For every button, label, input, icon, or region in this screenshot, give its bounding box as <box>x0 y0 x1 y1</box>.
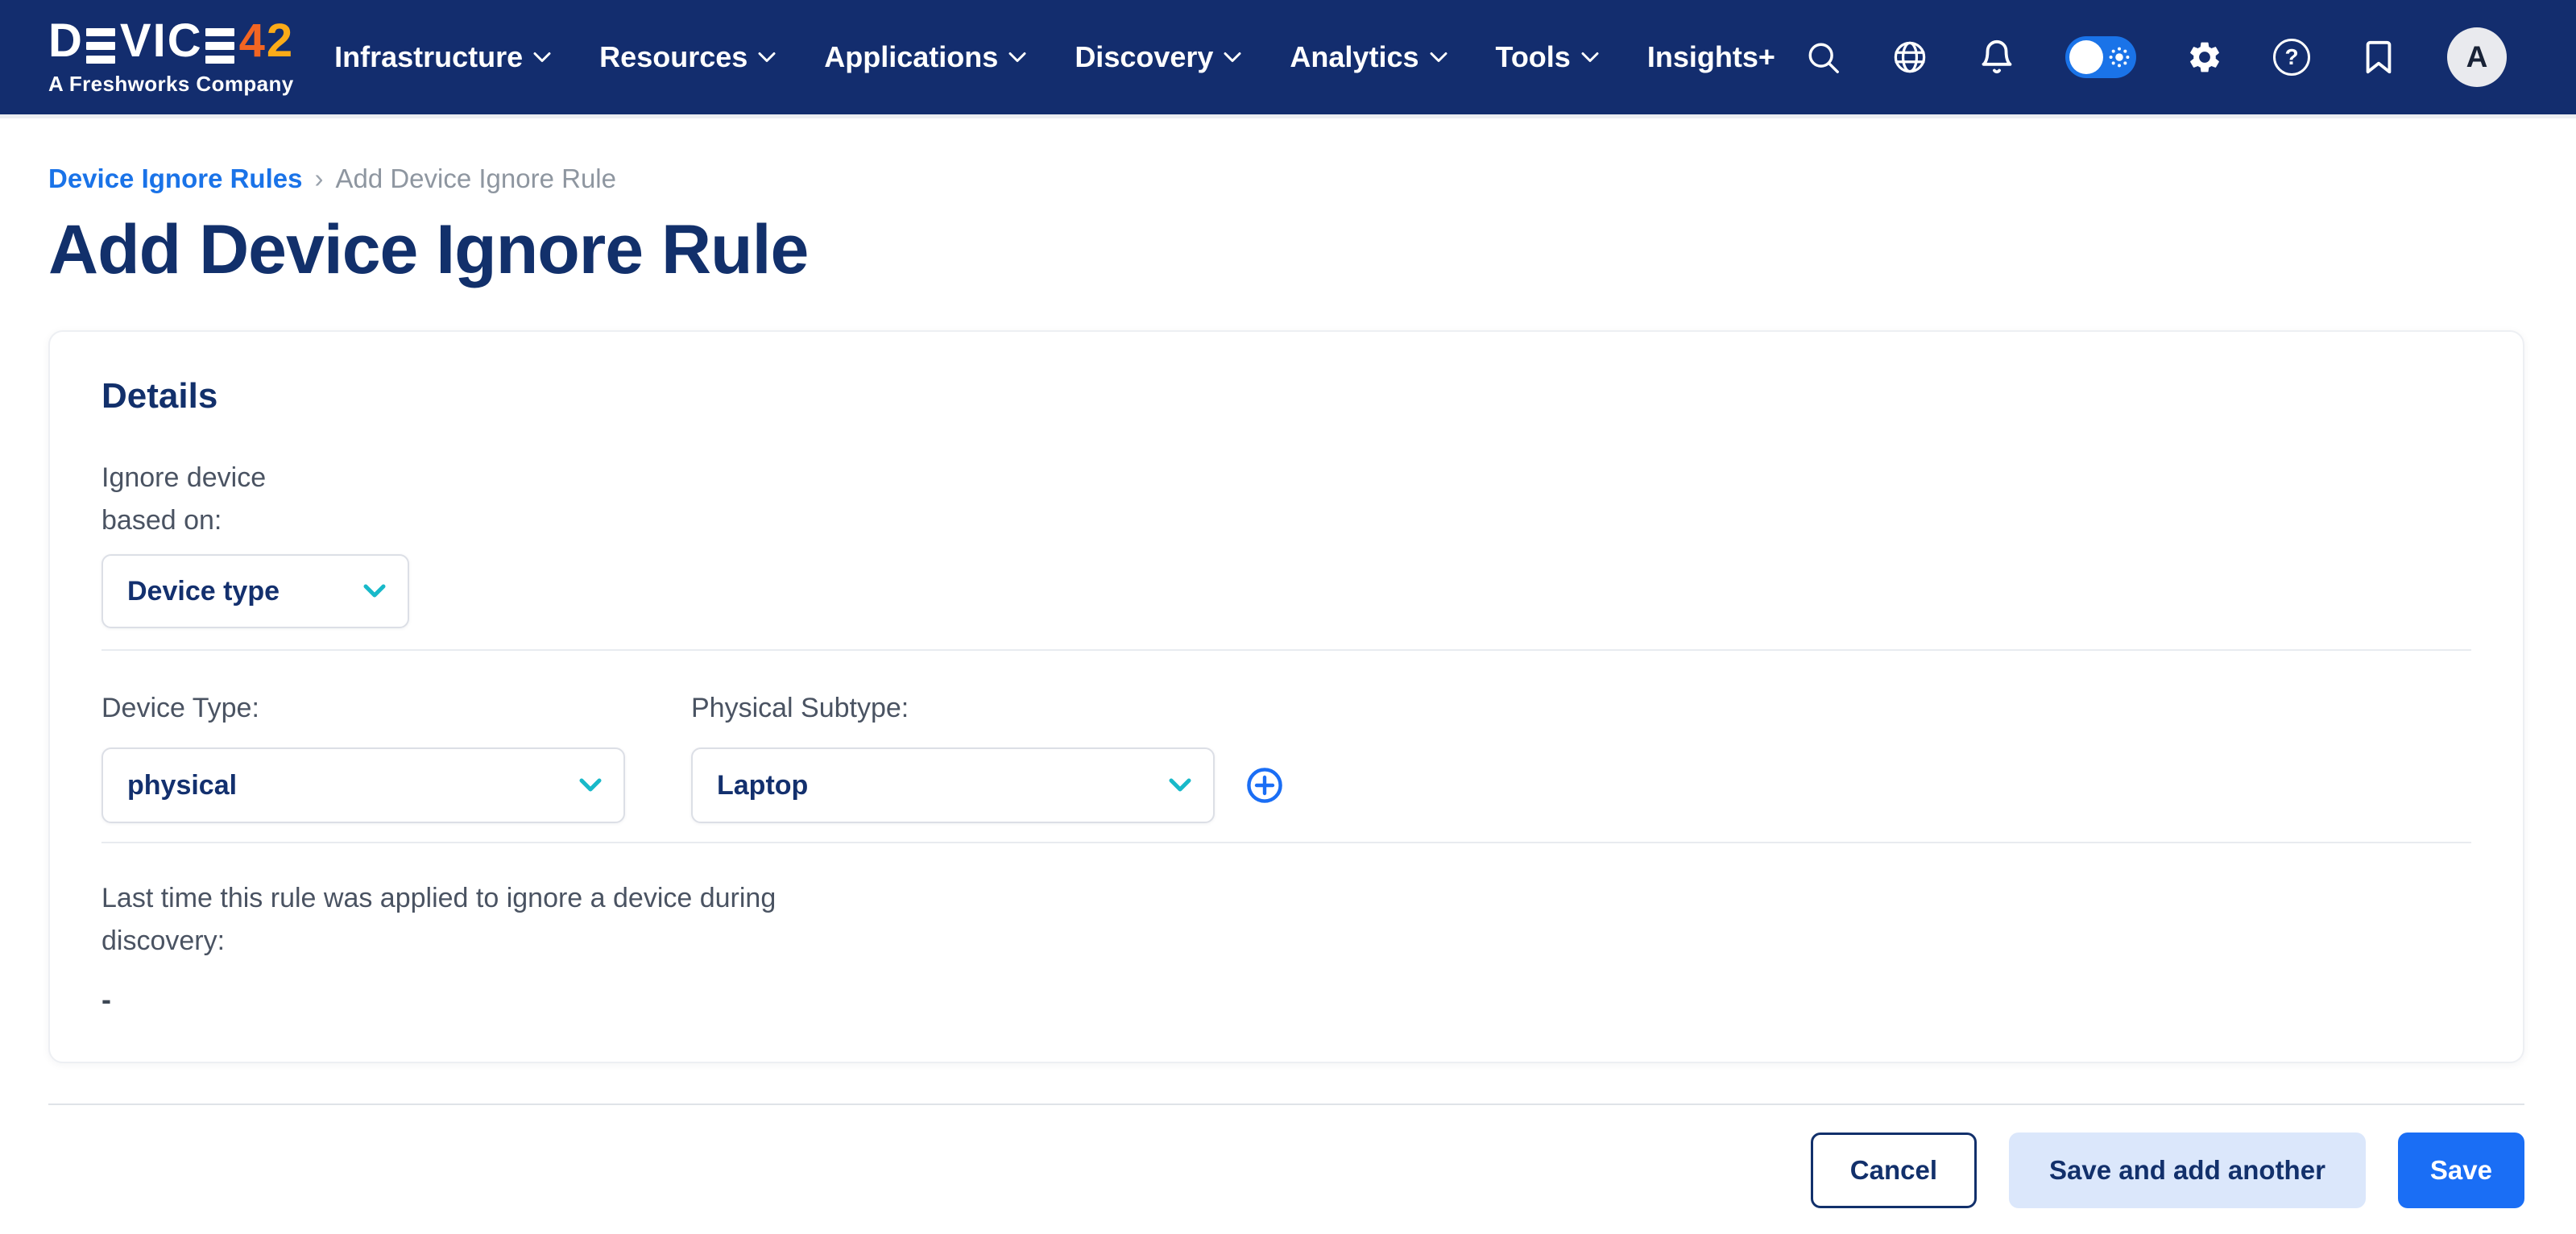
device42-logo[interactable]: D VIC 4 2 A Freshworks Company <box>48 18 294 97</box>
nav-item-resources[interactable]: Resources <box>599 40 776 74</box>
sun-icon <box>2106 44 2132 70</box>
toggle-knob <box>2069 40 2103 74</box>
nav-item-insights-plus[interactable]: Insights+ <box>1647 40 1775 74</box>
page-title: Add Device Ignore Rule <box>48 210 2524 290</box>
content: Device Ignore Rules › Add Device Ignore … <box>0 164 2576 1208</box>
cancel-button[interactable]: Cancel <box>1811 1133 1977 1208</box>
bookmark-icon[interactable] <box>2360 39 2397 76</box>
details-card: Details Ignore device based on: Device t… <box>48 330 2524 1063</box>
chevron-down-icon <box>1430 52 1447 63</box>
breadcrumb-separator: › <box>314 164 323 194</box>
help-glyph: ? <box>2284 44 2298 70</box>
top-nav: D VIC 4 2 A Freshworks Company Infrastru… <box>0 0 2576 118</box>
physical-subtype-value: Laptop <box>717 770 808 801</box>
save-and-add-another-button[interactable]: Save and add another <box>2009 1133 2366 1208</box>
bell-icon[interactable] <box>1978 39 2015 76</box>
chevron-down-icon <box>1581 52 1599 63</box>
device-type-label: Device Type: <box>101 687 625 730</box>
chevron-down-icon <box>533 52 551 63</box>
details-heading: Details <box>101 376 2471 416</box>
save-button[interactable]: Save <box>2398 1133 2524 1208</box>
nav-item-discovery[interactable]: Discovery <box>1075 40 1241 74</box>
device-type-value: physical <box>127 770 237 801</box>
physical-subtype-label: Physical Subtype: <box>691 687 1215 730</box>
chevron-down-icon <box>362 583 387 599</box>
add-subtype-button[interactable] <box>1245 766 1284 805</box>
ignore-based-on-label: Ignore device based on: <box>101 457 307 541</box>
nav-item-label: Discovery <box>1075 40 1213 74</box>
nav-item-analytics[interactable]: Analytics <box>1290 40 1447 74</box>
nav-utilities: ? A <box>1804 27 2507 87</box>
chevron-down-icon <box>578 777 603 793</box>
chevron-down-icon <box>1224 52 1241 63</box>
device-type-field: Device Type: physical <box>101 687 625 823</box>
logo-e-bars-icon <box>205 28 234 64</box>
physical-subtype-select[interactable]: Laptop <box>691 747 1215 823</box>
nav-item-label: Applications <box>824 40 998 74</box>
ignore-based-on-value: Device type <box>127 576 280 607</box>
breadcrumb-parent-link[interactable]: Device Ignore Rules <box>48 164 302 194</box>
device-type-select[interactable]: physical <box>101 747 625 823</box>
footer-divider <box>48 1104 2524 1105</box>
type-subtype-row: Device Type: physical Physical Subtype: … <box>101 687 2471 823</box>
device42-wordmark: D VIC 4 2 <box>48 18 294 64</box>
chevron-down-icon <box>1008 52 1026 63</box>
nav-item-applications[interactable]: Applications <box>824 40 1026 74</box>
gear-icon[interactable] <box>2186 39 2223 76</box>
plus-circle-icon <box>1245 766 1284 805</box>
search-icon[interactable] <box>1804 39 1841 76</box>
divider <box>101 842 2471 843</box>
last-applied-label: Last time this rule was applied to ignor… <box>101 877 786 962</box>
nav-item-label: Analytics <box>1290 40 1418 74</box>
breadcrumb-current: Add Device Ignore Rule <box>335 164 616 194</box>
last-applied-value: - <box>101 983 2471 1017</box>
ignore-based-on-select[interactable]: Device type <box>101 554 409 628</box>
action-bar: Cancel Save and add another Save <box>48 1133 2524 1208</box>
nav-item-tools[interactable]: Tools <box>1496 40 1599 74</box>
nav-item-label: Resources <box>599 40 748 74</box>
nav-item-label: Insights+ <box>1647 40 1775 74</box>
logo-e-bars-icon <box>86 28 115 64</box>
nav-item-infrastructure[interactable]: Infrastructure <box>334 40 551 74</box>
main-menu: Infrastructure Resources Applications Di… <box>334 40 1775 74</box>
add-subtype-wrap <box>1245 747 1284 823</box>
globe-icon[interactable] <box>1891 39 1928 76</box>
nav-item-label: Tools <box>1496 40 1571 74</box>
logo-digit-2: 2 <box>267 18 294 64</box>
theme-toggle[interactable] <box>2065 36 2136 78</box>
help-icon[interactable]: ? <box>2273 39 2310 76</box>
avatar-initial: A <box>2466 40 2488 74</box>
logo-letter-d: D <box>48 18 84 64</box>
chevron-down-icon <box>1168 777 1192 793</box>
nav-item-label: Infrastructure <box>334 40 523 74</box>
divider <box>101 649 2471 651</box>
physical-subtype-field: Physical Subtype: Laptop <box>691 687 1215 823</box>
logo-tagline: A Freshworks Company <box>48 72 294 97</box>
avatar[interactable]: A <box>2447 27 2507 87</box>
breadcrumb: Device Ignore Rules › Add Device Ignore … <box>48 164 2524 194</box>
chevron-down-icon <box>758 52 776 63</box>
logo-digit-4: 4 <box>239 18 267 64</box>
logo-letters-vic: VIC <box>120 18 203 64</box>
